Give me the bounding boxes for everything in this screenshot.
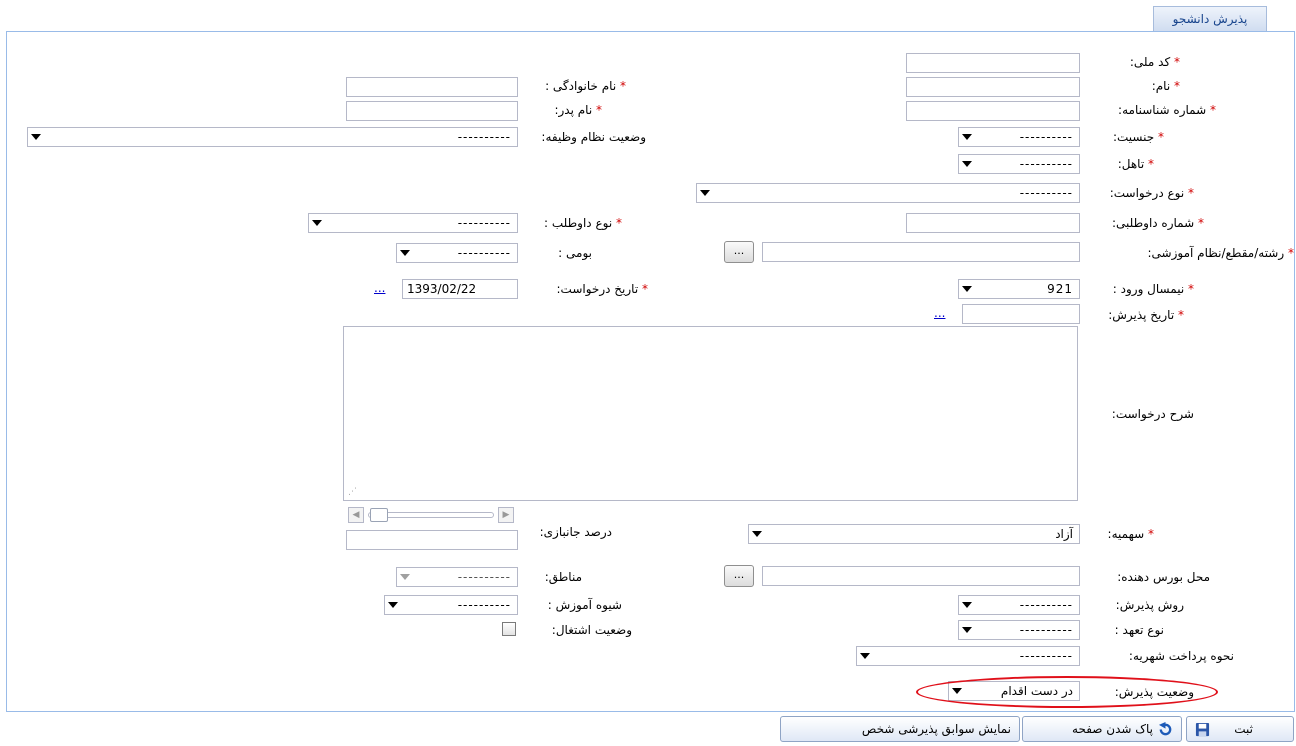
chevron-down-icon — [400, 250, 410, 256]
entry-semester-label: * نیمسال ورود : — [1112, 282, 1194, 296]
national-code-label: * کد ملی: — [1129, 55, 1180, 69]
last-name-input[interactable] — [346, 77, 518, 97]
floppy-disk-icon — [1195, 722, 1210, 737]
request-date-label: * تاریخ درخواست: — [556, 282, 649, 296]
admission-method-label: روش پذیرش: — [1115, 598, 1184, 612]
admission-date-label: * تاریخ پذیرش: — [1108, 308, 1184, 322]
scholarship-place-input[interactable] — [762, 566, 1080, 586]
veteran-percent-label: درصد جانبازی: — [539, 525, 612, 539]
tuition-payment-label: نحوه پرداخت شهریه: — [1128, 649, 1234, 663]
chevron-down-icon — [962, 602, 972, 608]
request-description-textarea[interactable]: ⋰ — [343, 326, 1078, 501]
chevron-down-icon — [962, 134, 972, 140]
native-label: بومی : — [558, 246, 592, 260]
marital-status-label: * تاهل: — [1117, 157, 1154, 171]
employment-status-label: وضعیت اشتغال: — [551, 623, 632, 637]
field-of-study-label: * رشته/مقطع/نظام آموزشی: — [1147, 246, 1295, 260]
request-date-input[interactable] — [402, 279, 518, 299]
id-number-label: * شماره شناسنامه: — [1118, 103, 1216, 117]
first-name-label: * نام: — [1151, 79, 1180, 93]
entry-semester-select[interactable]: 921 — [958, 279, 1080, 299]
chevron-down-icon — [962, 627, 972, 633]
regions-select[interactable]: ---------- — [396, 567, 518, 587]
father-name-label: * نام پدر: — [554, 103, 602, 117]
scholarship-place-browse-button[interactable]: ... — [724, 565, 754, 587]
applicant-type-label: * نوع داوطلب : — [544, 216, 622, 230]
admission-date-input[interactable] — [962, 304, 1080, 324]
id-number-input[interactable] — [906, 101, 1080, 121]
native-select[interactable]: ---------- — [396, 243, 518, 263]
chevron-down-icon — [700, 190, 710, 196]
save-button[interactable]: ثبت — [1186, 716, 1294, 742]
admission-method-select[interactable]: ---------- — [958, 595, 1080, 615]
regions-label: مناطق: — [544, 570, 582, 584]
commitment-type-label: نوع تعهد : — [1114, 623, 1164, 637]
request-type-select[interactable]: ---------- — [696, 183, 1080, 203]
request-description-label: شرح درخواست: — [1111, 407, 1194, 421]
slider-left-arrow-icon[interactable]: ◀ — [348, 507, 364, 523]
veteran-percent-slider[interactable]: ◀ ▶ — [348, 507, 518, 523]
father-name-input[interactable] — [346, 101, 518, 121]
show-admission-history-button[interactable]: نمایش سوابق پذیرشی شخص — [780, 716, 1020, 742]
veteran-percent-input[interactable] — [346, 530, 518, 550]
quota-label: * سهمیه: — [1107, 527, 1154, 541]
highlight-ellipse — [916, 676, 1218, 708]
gender-select[interactable]: ---------- — [958, 127, 1080, 147]
marital-status-select[interactable]: ---------- — [958, 154, 1080, 174]
employment-status-checkbox[interactable] — [502, 622, 516, 636]
education-mode-label: شیوه آموزش : — [547, 598, 622, 612]
chevron-down-icon — [962, 161, 972, 167]
gender-label: * جنسیت: — [1112, 130, 1164, 144]
tab-student-admission[interactable]: پذیرش دانشجو — [1153, 6, 1267, 32]
military-status-select[interactable]: ---------- — [27, 127, 518, 147]
chevron-down-icon — [962, 286, 972, 292]
chevron-down-icon — [31, 134, 41, 140]
field-of-study-input[interactable] — [762, 242, 1080, 262]
applicant-type-select[interactable]: ---------- — [308, 213, 518, 233]
education-mode-select[interactable]: ---------- — [384, 595, 518, 615]
applicant-number-label: * شماره داوطلبی: — [1111, 216, 1204, 230]
tuition-payment-select[interactable]: ---------- — [856, 646, 1080, 666]
commitment-type-select[interactable]: ---------- — [958, 620, 1080, 640]
chevron-down-icon — [388, 602, 398, 608]
military-status-label: وضعیت نظام وظیفه: — [541, 130, 646, 144]
request-date-picker-link[interactable]: ... — [374, 281, 385, 295]
field-of-study-browse-button[interactable]: ... — [724, 241, 754, 263]
clear-page-button[interactable]: پاک شدن صفحه — [1022, 716, 1182, 742]
scholarship-place-label: محل بورس دهنده: — [1117, 570, 1210, 584]
chevron-down-icon — [400, 574, 410, 580]
applicant-number-input[interactable] — [906, 213, 1080, 233]
slider-thumb[interactable] — [370, 508, 388, 522]
undo-icon — [1158, 722, 1172, 736]
chevron-down-icon — [752, 531, 762, 537]
first-name-input[interactable] — [906, 77, 1080, 97]
last-name-label: * نام خانوادگی : — [545, 79, 626, 93]
resize-grip-icon[interactable]: ⋰ — [348, 487, 357, 497]
admission-date-picker-link[interactable]: ... — [934, 306, 945, 320]
national-code-input[interactable] — [906, 53, 1080, 73]
quota-select[interactable]: آزاد — [748, 524, 1080, 544]
chevron-down-icon — [312, 220, 322, 226]
slider-right-arrow-icon[interactable]: ▶ — [498, 507, 514, 523]
chevron-down-icon — [860, 653, 870, 659]
request-type-label: * نوع درخواست: — [1109, 186, 1194, 200]
